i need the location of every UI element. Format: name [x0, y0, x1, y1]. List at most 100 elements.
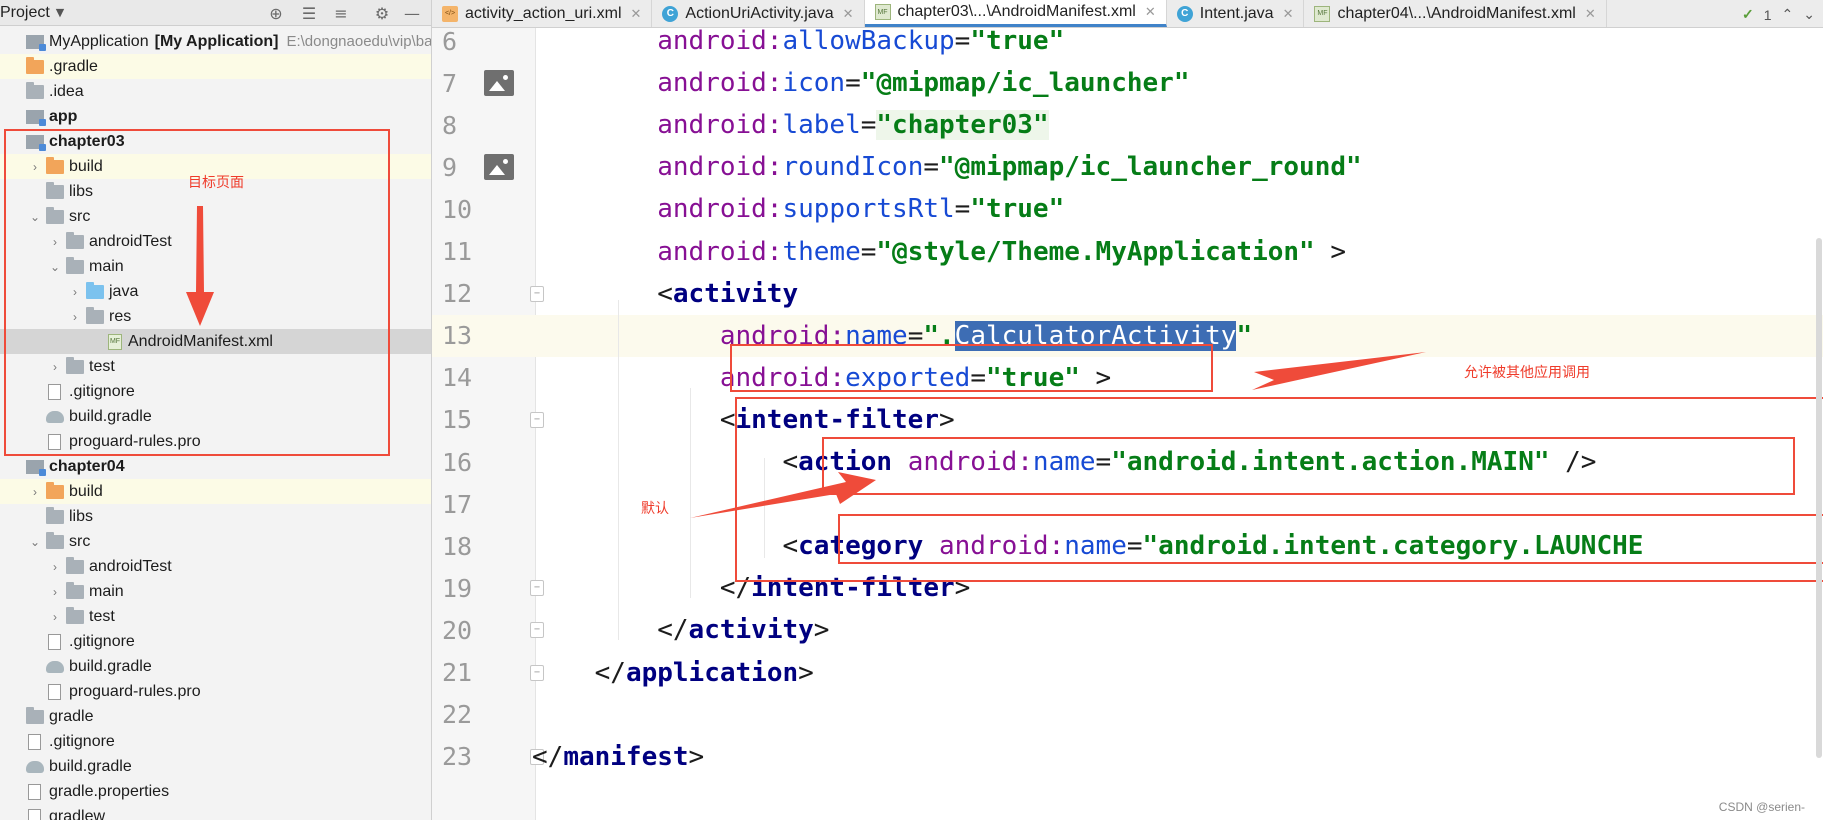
chevron-right-icon[interactable]: › [48, 560, 62, 574]
close-icon[interactable]: ✕ [1145, 4, 1156, 20]
chevron-right-icon[interactable]: › [28, 485, 42, 499]
folder-icon [46, 506, 64, 524]
editor-tab[interactable]: </> activity_action_uri.xml ✕ [432, 0, 653, 27]
expand-all-icon[interactable]: ☰ [299, 3, 319, 23]
tree-item[interactable]: proguard-rules.pro [0, 679, 431, 704]
tree-item-label: MyApplication [49, 32, 149, 50]
manifest-icon: MF [874, 4, 891, 20]
editor-tab[interactable]: MF chapter04\...\AndroidManifest.xml ✕ [1304, 0, 1607, 27]
tree-item-label: androidTest [89, 557, 172, 575]
editor-tab-label: ActionUriActivity.java [685, 4, 834, 22]
tree-item[interactable]: gradle [0, 704, 431, 729]
tree-item-label: test [89, 607, 115, 625]
folder-icon [66, 606, 84, 624]
gradle-icon [26, 760, 44, 773]
file-icon [28, 733, 41, 750]
tree-item[interactable]: .gradle [0, 54, 431, 79]
locate-target-icon[interactable]: ⊕ [266, 3, 286, 23]
tree-item-label: proguard-rules.pro [69, 682, 201, 700]
tree-item-label: chapter04 [49, 457, 125, 475]
file-icon [28, 808, 41, 820]
folder-icon [66, 581, 84, 599]
module-icon [26, 459, 46, 476]
chevron-down-icon[interactable]: ⌄ [1803, 6, 1815, 23]
tree-item-label: app [49, 107, 78, 125]
arrow-default [690, 472, 876, 518]
folder-icon [26, 81, 44, 99]
hide-panel-icon[interactable]: — [402, 3, 422, 23]
tree-item[interactable]: MyApplication [My Application] E:\dongnaoe… [0, 29, 431, 54]
java-class-icon: C [662, 5, 679, 22]
tree-item-label: .gitignore [69, 632, 135, 650]
arrow-exported [1252, 352, 1426, 390]
tree-item[interactable]: libs [0, 504, 431, 529]
tree-item-label: libs [69, 507, 94, 525]
tree-item-label: gradlew [49, 807, 106, 820]
xml-file-icon: </> [442, 5, 458, 22]
manifest-icon: MF [1314, 5, 1331, 22]
java-class-icon: C [1176, 5, 1193, 22]
gear-icon[interactable]: ⚙ [372, 3, 392, 23]
tree-item-label: build [69, 482, 103, 500]
tree-item[interactable]: app [0, 104, 431, 129]
arrow-target-page [186, 206, 214, 326]
tree-item[interactable]: › test [0, 604, 431, 629]
inspection-count: 1 [1763, 6, 1772, 23]
editor-tab-label: chapter04\...\AndroidManifest.xml [1337, 4, 1576, 22]
editor-tab-label: chapter03\...\AndroidManifest.xml [897, 3, 1136, 20]
editor-tab-label: Intent.java [1199, 4, 1274, 22]
editor-tab[interactable]: C Intent.java ✕ [1167, 0, 1305, 27]
tree-item-label: gradle.properties [49, 782, 170, 800]
module-icon [26, 109, 46, 126]
folder-icon [26, 706, 44, 724]
file-icon [28, 783, 41, 800]
close-icon[interactable]: ✕ [1585, 6, 1596, 22]
project-view-selector[interactable]: Project [0, 4, 50, 22]
annotation-arrow-down [186, 206, 214, 326]
editor-tab-label: activity_action_uri.xml [465, 4, 622, 22]
tree-item-label: build.gradle [69, 657, 152, 675]
tree-item-label: build.gradle [49, 757, 132, 775]
tree-item[interactable]: gradlew [0, 804, 431, 820]
tree-item-label: .gitignore [49, 732, 115, 750]
tree-item-label: gradle [49, 707, 94, 725]
annotation-target-page: 目标页面 [188, 175, 244, 191]
module-icon [26, 34, 46, 51]
tree-item[interactable]: ⌄ src [0, 529, 431, 554]
chevron-right-icon[interactable]: › [48, 585, 62, 599]
tree-item-label: src [69, 532, 91, 550]
file-icon [48, 683, 61, 700]
tree-item[interactable]: build.gradle [0, 754, 431, 779]
chevron-down-icon[interactable]: ▼ [56, 6, 64, 19]
tree-item[interactable]: .gitignore [0, 629, 431, 654]
gradle-icon [46, 660, 64, 673]
editor-tab[interactable]: MF chapter03\...\AndroidManifest.xml ✕ [864, 0, 1167, 27]
tree-item[interactable]: › main [0, 579, 431, 604]
tree-item[interactable]: gradle.properties [0, 779, 431, 804]
collapse-all-icon[interactable]: ≡ [331, 3, 351, 23]
annotation-allow-other-apps: 允许被其他应用调用 [1464, 365, 1590, 381]
tree-item[interactable]: .idea [0, 79, 431, 104]
folder-icon [66, 556, 84, 574]
watermark: CSDN @serien- [1718, 800, 1805, 814]
tree-item[interactable]: build.gradle [0, 654, 431, 679]
close-icon[interactable]: ✕ [1283, 6, 1294, 22]
editor-tab[interactable]: C ActionUriActivity.java ✕ [652, 0, 865, 27]
chevron-up-icon[interactable]: ⌃ [1782, 6, 1794, 23]
code-editor[interactable]: 6 android:allowBackup="true" 7 android:ic… [432, 28, 1823, 820]
tree-item[interactable]: › build [0, 479, 431, 504]
inspection-widget[interactable]: ✓ 1 ⌃ ⌄ [1742, 6, 1815, 23]
editor-tab-bar: </> activity_action_uri.xml ✕ C ActionUriAct… [432, 0, 1823, 28]
tree-item[interactable]: › androidTest [0, 554, 431, 579]
close-icon[interactable]: ✕ [843, 6, 854, 22]
tree-item[interactable]: .gitignore [0, 729, 431, 754]
annotation-arrows [690, 352, 1426, 518]
close-icon[interactable]: ✕ [631, 6, 642, 22]
vertical-scrollbar[interactable] [1816, 238, 1822, 758]
tree-item[interactable]: chapter04 [0, 454, 431, 479]
tree-item-suffix: [My Application] [154, 32, 279, 50]
tree-item-label: main [89, 582, 124, 600]
tree-item-label: .idea [49, 82, 84, 100]
chevron-down-icon[interactable]: ⌄ [28, 535, 42, 549]
chevron-right-icon[interactable]: › [48, 610, 62, 624]
